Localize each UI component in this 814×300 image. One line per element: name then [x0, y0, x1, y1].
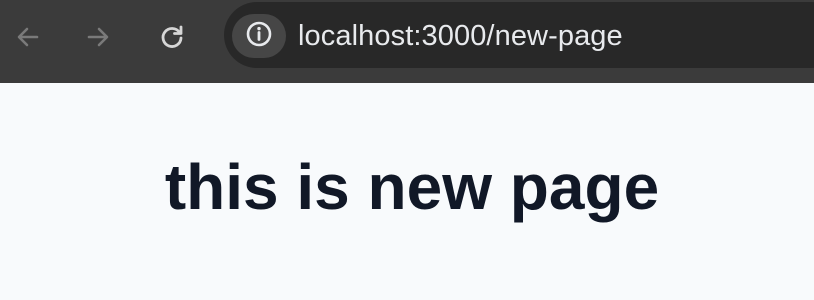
forward-button[interactable] [78, 17, 118, 57]
info-icon [245, 20, 273, 53]
url-text[interactable]: localhost:3000/new-page [298, 18, 623, 54]
reload-icon [158, 23, 186, 51]
browser-toolbar: localhost:3000/new-page [0, 0, 814, 83]
reload-button[interactable] [152, 17, 192, 57]
address-bar[interactable]: localhost:3000/new-page [224, 2, 814, 68]
page-heading: this is new page [164, 151, 660, 223]
back-button[interactable] [8, 17, 48, 57]
site-info-button[interactable] [232, 14, 286, 58]
arrow-left-icon [14, 23, 42, 51]
page-content: this is new page [0, 83, 814, 300]
arrow-right-icon [84, 23, 112, 51]
